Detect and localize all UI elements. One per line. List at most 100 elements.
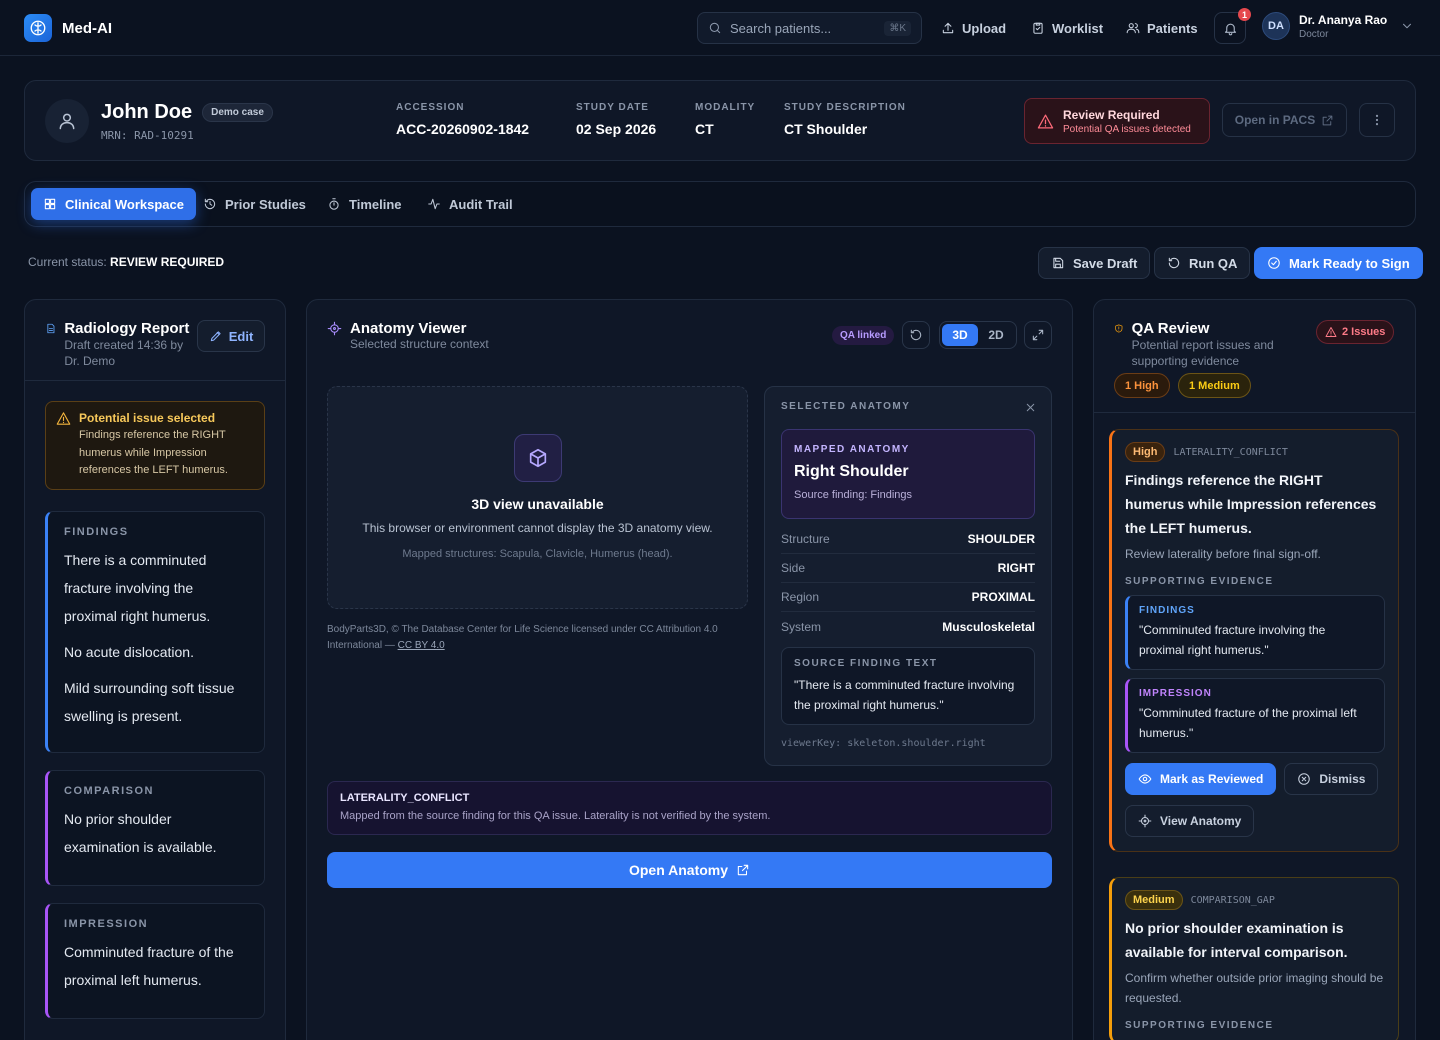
user-menu[interactable]: DA Dr. Ananya Rao Doctor xyxy=(1262,12,1414,40)
viewer-title: Anatomy Viewer xyxy=(350,320,467,337)
source-finding-label: SOURCE FINDING TEXT xyxy=(794,658,938,669)
patients-label: Patients xyxy=(1147,20,1198,36)
mode-3d-button[interactable]: 3D xyxy=(942,324,978,346)
patients-button[interactable]: Patients xyxy=(1126,12,1198,44)
source-finding-box: SOURCE FINDING TEXT "There is a comminut… xyxy=(781,647,1035,725)
close-icon[interactable] xyxy=(1024,401,1037,414)
issue-description: Confirm whether outside prior imaging sh… xyxy=(1125,971,1384,1005)
patient-search[interactable]: Search patients... ⌘K xyxy=(697,12,922,44)
view-mode-toggle: 3D 2D xyxy=(939,321,1017,349)
workspace-tabs: Clinical Workspace Prior Studies Timelin… xyxy=(24,181,1416,227)
selected-anatomy-card: SELECTED ANATOMY MAPPED ANATOMY Right Sh… xyxy=(764,386,1052,766)
fullscreen-button[interactable] xyxy=(1024,321,1052,349)
evidence-impression[interactable]: IMPRESSION "Comminuted fracture of the p… xyxy=(1125,678,1385,753)
mark-as-reviewed-label: Mark as Reviewed xyxy=(1160,772,1264,786)
mapped-structures: Mapped structures: Scapula, Clavicle, Hu… xyxy=(402,548,673,560)
tab-clinical-workspace[interactable]: Clinical Workspace xyxy=(31,188,196,220)
findings-paragraph: Mild surrounding soft tissue swelling is… xyxy=(64,680,235,724)
grid-icon xyxy=(44,198,56,210)
run-qa-button[interactable]: Run QA xyxy=(1154,247,1251,279)
property-row: Region PROXIMAL xyxy=(781,583,1035,612)
evidence-findings[interactable]: FINDINGS "Comminuted fracture involving … xyxy=(1125,595,1385,670)
upload-icon xyxy=(942,22,954,34)
search-input[interactable]: Search patients... xyxy=(730,21,876,36)
findings-section[interactable]: FINDINGS There is a comminuted fracture … xyxy=(45,511,265,753)
mapped-anatomy-name: Right Shoulder xyxy=(794,463,909,480)
dismiss-button[interactable]: Dismiss xyxy=(1284,763,1379,795)
qa-issue-card-high[interactable]: High LATERALITY_CONFLICT Findings refere… xyxy=(1109,429,1399,852)
more-vertical-icon xyxy=(1375,114,1379,126)
laterality-note: LATERALITY_CONFLICT Mapped from the sour… xyxy=(327,781,1052,835)
more-options-button[interactable] xyxy=(1359,103,1395,137)
high-count-badge: 1 High xyxy=(1114,373,1170,398)
viewer-unavailable-title: 3D view unavailable xyxy=(471,496,604,512)
save-draft-button[interactable]: Save Draft xyxy=(1038,247,1151,279)
property-row: Structure SHOULDER xyxy=(781,525,1035,554)
modality-field: MODALITY CT xyxy=(695,102,755,137)
brand[interactable]: Med-AI xyxy=(24,14,112,42)
laterality-note-title: LATERALITY_CONFLICT xyxy=(340,792,470,804)
anatomy-viewer-panel: Anatomy Viewer Selected structure contex… xyxy=(306,299,1073,1040)
current-status: Current status: REVIEW REQUIRED xyxy=(28,255,224,269)
warning-triangle-icon xyxy=(1325,327,1337,337)
tab-label: Clinical Workspace xyxy=(65,196,184,212)
review-required-title: Review Required xyxy=(1063,107,1160,122)
findings-paragraph: There is a comminuted fracture involving… xyxy=(64,552,211,624)
edit-report-button[interactable]: Edit xyxy=(197,320,265,352)
worklist-button[interactable]: Worklist xyxy=(1031,12,1103,44)
mode-2d-button[interactable]: 2D xyxy=(978,324,1014,346)
tab-prior-studies[interactable]: Prior Studies xyxy=(191,188,318,220)
severity-tag: High xyxy=(1125,442,1166,462)
tab-label: Audit Trail xyxy=(449,196,513,212)
clipboard-icon xyxy=(1033,22,1043,34)
view-anatomy-button[interactable]: View Anatomy xyxy=(1125,805,1255,837)
patient-name: John Doe xyxy=(101,101,193,123)
issue-title: No prior shoulder examination is availab… xyxy=(1125,920,1348,960)
view-anatomy-label: View Anatomy xyxy=(1160,814,1242,828)
open-in-pacs-label: Open in PACS xyxy=(1234,113,1316,127)
issues-count: 2 Issues xyxy=(1342,326,1386,338)
study-date-field: STUDY DATE 02 Sep 2026 xyxy=(576,102,656,137)
open-in-pacs-button[interactable]: Open in PACS xyxy=(1222,103,1347,137)
crosshair-icon xyxy=(327,321,342,336)
search-icon xyxy=(709,22,721,34)
history-icon xyxy=(204,198,216,210)
issue-title: Findings reference the RIGHT humerus whi… xyxy=(1125,472,1377,536)
qa-issue-card-medium[interactable]: Medium COMPARISON_GAP No prior shoulder … xyxy=(1109,877,1399,1040)
property-value: Musculoskeletal xyxy=(942,619,1035,634)
patient-avatar xyxy=(45,99,89,143)
qa-linked-badge: QA linked xyxy=(832,326,895,345)
evidence-text: "Comminuted fracture of the proximal lef… xyxy=(1139,706,1357,740)
severity-tag: Medium xyxy=(1125,890,1183,910)
run-qa-label: Run QA xyxy=(1189,255,1238,271)
qa-title: QA Review xyxy=(1131,320,1210,337)
tab-audit-trail[interactable]: Audit Trail xyxy=(415,188,525,220)
property-key: System xyxy=(781,619,822,634)
mapped-anatomy-label: MAPPED ANATOMY xyxy=(794,444,910,455)
check-circle-icon xyxy=(1268,257,1280,269)
study-description-field: STUDY DESCRIPTION CT Shoulder xyxy=(784,102,906,137)
attribution: BodyParts3D, © The Database Center for L… xyxy=(327,624,718,651)
search-shortcut: ⌘K xyxy=(884,20,911,36)
license-link[interactable]: CC BY 4.0 xyxy=(398,640,445,651)
comparison-section[interactable]: COMPARISON No prior shoulder examination… xyxy=(45,770,265,886)
mark-as-reviewed-button[interactable]: Mark as Reviewed xyxy=(1125,763,1277,795)
tab-timeline[interactable]: Timeline xyxy=(315,188,414,220)
mark-ready-to-sign-button[interactable]: Mark Ready to Sign xyxy=(1254,247,1423,279)
notifications-button[interactable]: 1 xyxy=(1214,8,1251,44)
upload-button[interactable]: Upload xyxy=(941,12,1006,44)
open-anatomy-button[interactable]: Open Anatomy xyxy=(327,852,1052,888)
findings-label: FINDINGS xyxy=(64,526,129,538)
radiology-report-panel: Radiology Report Draft created 14:36 by … xyxy=(24,299,286,1040)
tab-label: Timeline xyxy=(349,196,402,212)
activity-icon xyxy=(428,198,440,210)
brand-logo-icon xyxy=(24,14,52,42)
tab-label: Prior Studies xyxy=(225,196,306,212)
open-anatomy-label: Open Anatomy xyxy=(628,862,729,878)
eye-icon xyxy=(1138,774,1152,784)
issue-code: LATERALITY_CONFLICT xyxy=(1173,446,1288,458)
impression-section[interactable]: IMPRESSION Comminuted fracture of the pr… xyxy=(45,903,265,1019)
reset-view-button[interactable] xyxy=(902,321,930,349)
users-icon xyxy=(1126,23,1140,34)
viewer-unavailable-text: This browser or environment cannot displ… xyxy=(362,521,713,535)
